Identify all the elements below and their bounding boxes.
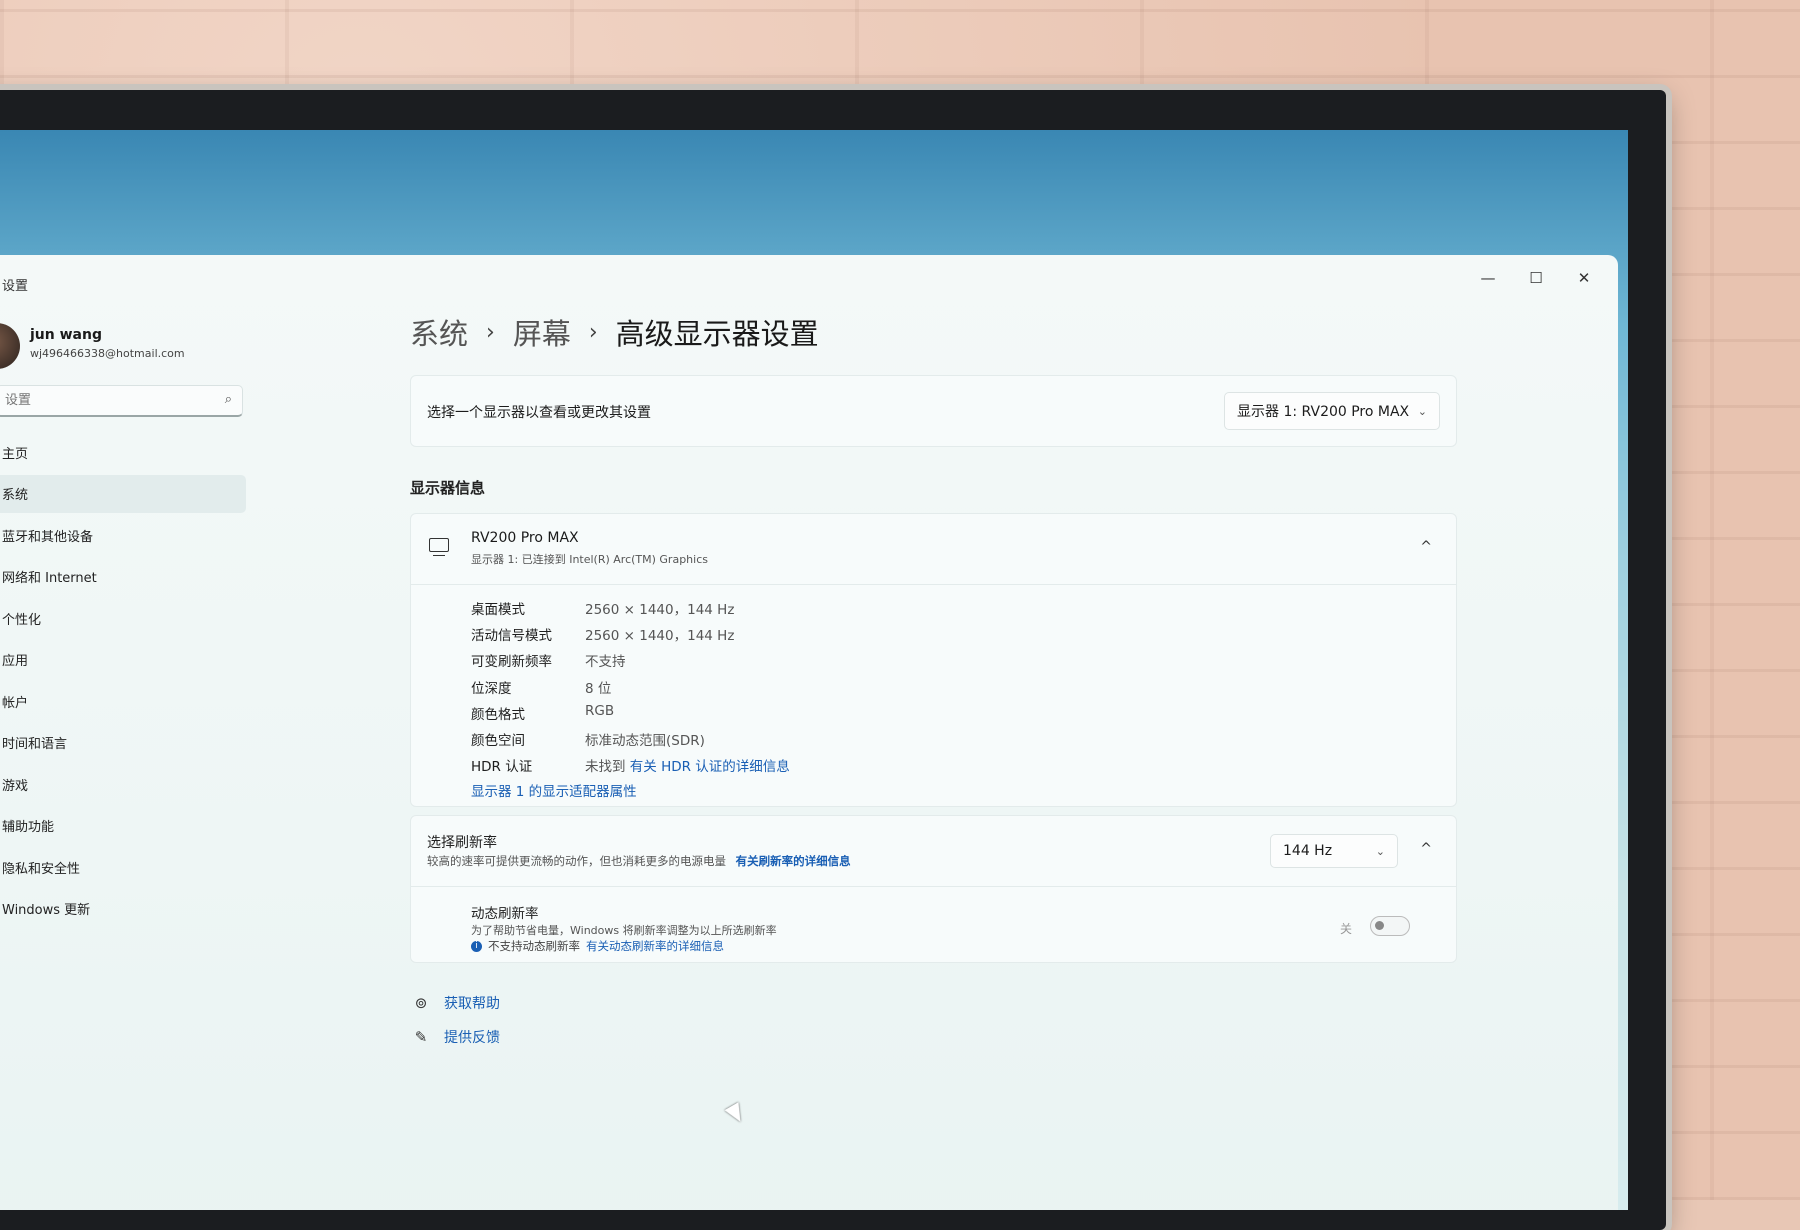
info-value: 未找到 有关 HDR 认证的详细信息	[585, 755, 790, 781]
info-row: HDR 认证 未找到 有关 HDR 认证的详细信息	[471, 755, 790, 781]
display-select[interactable]: 显示器 1: RV200 Pro MAX ⌄	[1224, 392, 1440, 430]
refresh-rate-value: 144 Hz	[1283, 843, 1333, 859]
refresh-rate-desc-text: 较高的速率可提供更流畅的动作，但也消耗更多的电源电量	[427, 854, 726, 868]
display-subtitle: 显示器 1: 已连接到 Intel(R) Arc(TM) Graphics	[471, 553, 708, 566]
window-title: 设置	[2, 279, 29, 294]
info-key: 颜色格式	[471, 706, 525, 723]
breadcrumb-system[interactable]: 系统	[410, 311, 468, 353]
info-row: 桌面模式 2560 × 1440，144 Hz	[471, 598, 790, 624]
sidebar-item-time-language[interactable]: 时间和语言	[0, 724, 246, 762]
section-title: 显示器信息	[410, 479, 486, 497]
dynamic-refresh-note: i 不支持动态刷新率 有关动态刷新率的详细信息	[471, 938, 724, 954]
get-help-row[interactable]: ⊚ 获取帮助	[410, 993, 500, 1013]
refresh-rate-title: 选择刷新率	[427, 835, 497, 851]
display-name: RV200 Pro MAX	[471, 530, 579, 546]
display-select-value: 显示器 1: RV200 Pro MAX	[1237, 404, 1410, 420]
page-title: 高级显示器设置	[615, 317, 819, 351]
info-value: 8 位	[585, 680, 612, 697]
sidebar-item-network[interactable]: 网络和 Internet	[0, 558, 246, 596]
info-value: 不支持	[585, 654, 626, 671]
info-value: RGB	[585, 702, 615, 719]
monitor-screen: 设置 — ☐ ✕ jun wang wj496466338@hotmail.co…	[0, 130, 1628, 1210]
toggle-state-label: 关	[1339, 922, 1352, 936]
window-controls: — ☐ ✕	[1464, 263, 1608, 293]
sidebar-item-accessibility[interactable]: 辅助功能	[0, 807, 246, 845]
sidebar-item-accounts[interactable]: 帐户	[0, 682, 246, 720]
sidebar-item-system[interactable]: 系统	[0, 474, 246, 513]
dynamic-refresh-details-link[interactable]: 有关动态刷新率的详细信息	[586, 938, 724, 954]
minimize-button[interactable]: —	[1464, 263, 1512, 293]
refresh-rate-card: 选择刷新率 较高的速率可提供更流畅的动作，但也消耗更多的电源电量 有关刷新率的详…	[410, 815, 1457, 963]
feedback-row[interactable]: ✎ 提供反馈	[410, 1027, 500, 1047]
maximize-button[interactable]: ☐	[1512, 263, 1560, 293]
info-key: HDR 认证	[471, 759, 533, 776]
info-row: 活动信号模式 2560 × 1440，144 Hz	[471, 624, 790, 650]
sidebar-item-personalization[interactable]: 个性化	[0, 599, 246, 637]
info-value: 2560 × 1440，144 Hz	[585, 628, 735, 645]
dynamic-refresh-desc: 为了帮助节省电量，Windows 将刷新率调整为以上所选刷新率	[471, 924, 777, 937]
search-icon[interactable]: ⌕	[225, 392, 232, 407]
info-key: 活动信号模式	[471, 628, 552, 645]
info-row: 可变刷新频率 不支持	[471, 650, 790, 676]
info-icon: i	[471, 940, 482, 952]
dynamic-refresh-note-text: 不支持动态刷新率	[488, 939, 580, 953]
hdr-details-link[interactable]: 有关 HDR 认证的详细信息	[630, 759, 790, 775]
breadcrumb-screen[interactable]: 屏幕	[513, 311, 571, 353]
feedback-icon: ✎	[414, 1028, 428, 1046]
breadcrumb-separator-icon: ›	[486, 319, 495, 345]
info-key: 可变刷新频率	[471, 654, 552, 671]
info-key: 位深度	[471, 680, 512, 697]
info-key: 颜色空间	[471, 732, 525, 749]
close-button[interactable]: ✕	[1560, 263, 1608, 293]
get-help-link[interactable]: 获取帮助	[444, 993, 500, 1013]
breadcrumb: 系统 › 屏幕 › 高级显示器设置	[410, 311, 819, 353]
refresh-rate-select[interactable]: 144 Hz ⌄	[1270, 834, 1398, 868]
sidebar-item-windows-update[interactable]: Windows 更新	[0, 890, 246, 928]
display-picker-label: 选择一个显示器以查看或更改其设置	[427, 405, 651, 421]
search-input[interactable]	[3, 392, 207, 409]
display-info-card: RV200 Pro MAX 显示器 1: 已连接到 Intel(R) Arc(T…	[410, 513, 1457, 807]
refresh-rate-header: 选择刷新率 较高的速率可提供更流畅的动作，但也消耗更多的电源电量 有关刷新率的详…	[411, 816, 1456, 887]
info-row: 颜色格式 RGB	[471, 703, 790, 729]
settings-window: 设置 — ☐ ✕ jun wang wj496466338@hotmail.co…	[0, 255, 1618, 1210]
monitor-icon	[429, 538, 449, 556]
search-box[interactable]: ⌕	[0, 385, 243, 417]
sidebar-nav: 主页 系统 蓝牙和其他设备 网络和 Internet 个性化 应用 帐户 时间和…	[0, 433, 246, 931]
sidebar-item-privacy[interactable]: 隐私和安全性	[0, 848, 246, 886]
info-row: 颜色空间 标准动态范围(SDR)	[471, 729, 790, 755]
refresh-rate-desc: 较高的速率可提供更流畅的动作，但也消耗更多的电源电量 有关刷新率的详细信息	[427, 853, 851, 869]
display-info-header[interactable]: RV200 Pro MAX 显示器 1: 已连接到 Intel(R) Arc(T…	[411, 514, 1456, 585]
adapter-properties-link[interactable]: 显示器 1 的显示适配器属性	[471, 780, 637, 800]
info-value: 2560 × 1440，144 Hz	[585, 602, 735, 618]
avatar[interactable]	[0, 323, 20, 369]
info-key: 桌面模式	[471, 602, 525, 618]
sidebar-item-apps[interactable]: 应用	[0, 641, 246, 679]
feedback-link[interactable]: 提供反馈	[444, 1027, 500, 1047]
chevron-up-icon[interactable]: ^	[1420, 841, 1432, 857]
refresh-rate-details-link[interactable]: 有关刷新率的详细信息	[736, 854, 851, 868]
display-info-rows: 桌面模式 2560 × 1440，144 Hz 活动信号模式 2560 × 14…	[471, 598, 790, 781]
info-value: 标准动态范围(SDR)	[585, 732, 705, 749]
mouse-cursor-icon	[724, 1102, 748, 1126]
help-icon: ⊚	[414, 994, 428, 1012]
dynamic-refresh-title: 动态刷新率	[471, 906, 539, 922]
user-email: wj496466338@hotmail.com	[30, 347, 185, 360]
chevron-up-icon[interactable]: ^	[1420, 539, 1432, 555]
user-name: jun wang	[30, 327, 102, 343]
sidebar-item-home[interactable]: 主页	[0, 433, 246, 471]
breadcrumb-separator-icon: ›	[588, 319, 598, 345]
chevron-down-icon: ⌄	[1375, 844, 1385, 858]
chevron-down-icon: ⌄	[1417, 404, 1427, 418]
sidebar-item-bluetooth[interactable]: 蓝牙和其他设备	[0, 516, 246, 554]
dynamic-refresh-toggle[interactable]	[1370, 916, 1410, 936]
display-picker-card: 选择一个显示器以查看或更改其设置 显示器 1: RV200 Pro MAX ⌄	[410, 375, 1457, 447]
hdr-status: 未找到	[585, 759, 626, 776]
info-row: 位深度 8 位	[471, 677, 790, 703]
sidebar-item-gaming[interactable]: 游戏	[0, 765, 246, 803]
